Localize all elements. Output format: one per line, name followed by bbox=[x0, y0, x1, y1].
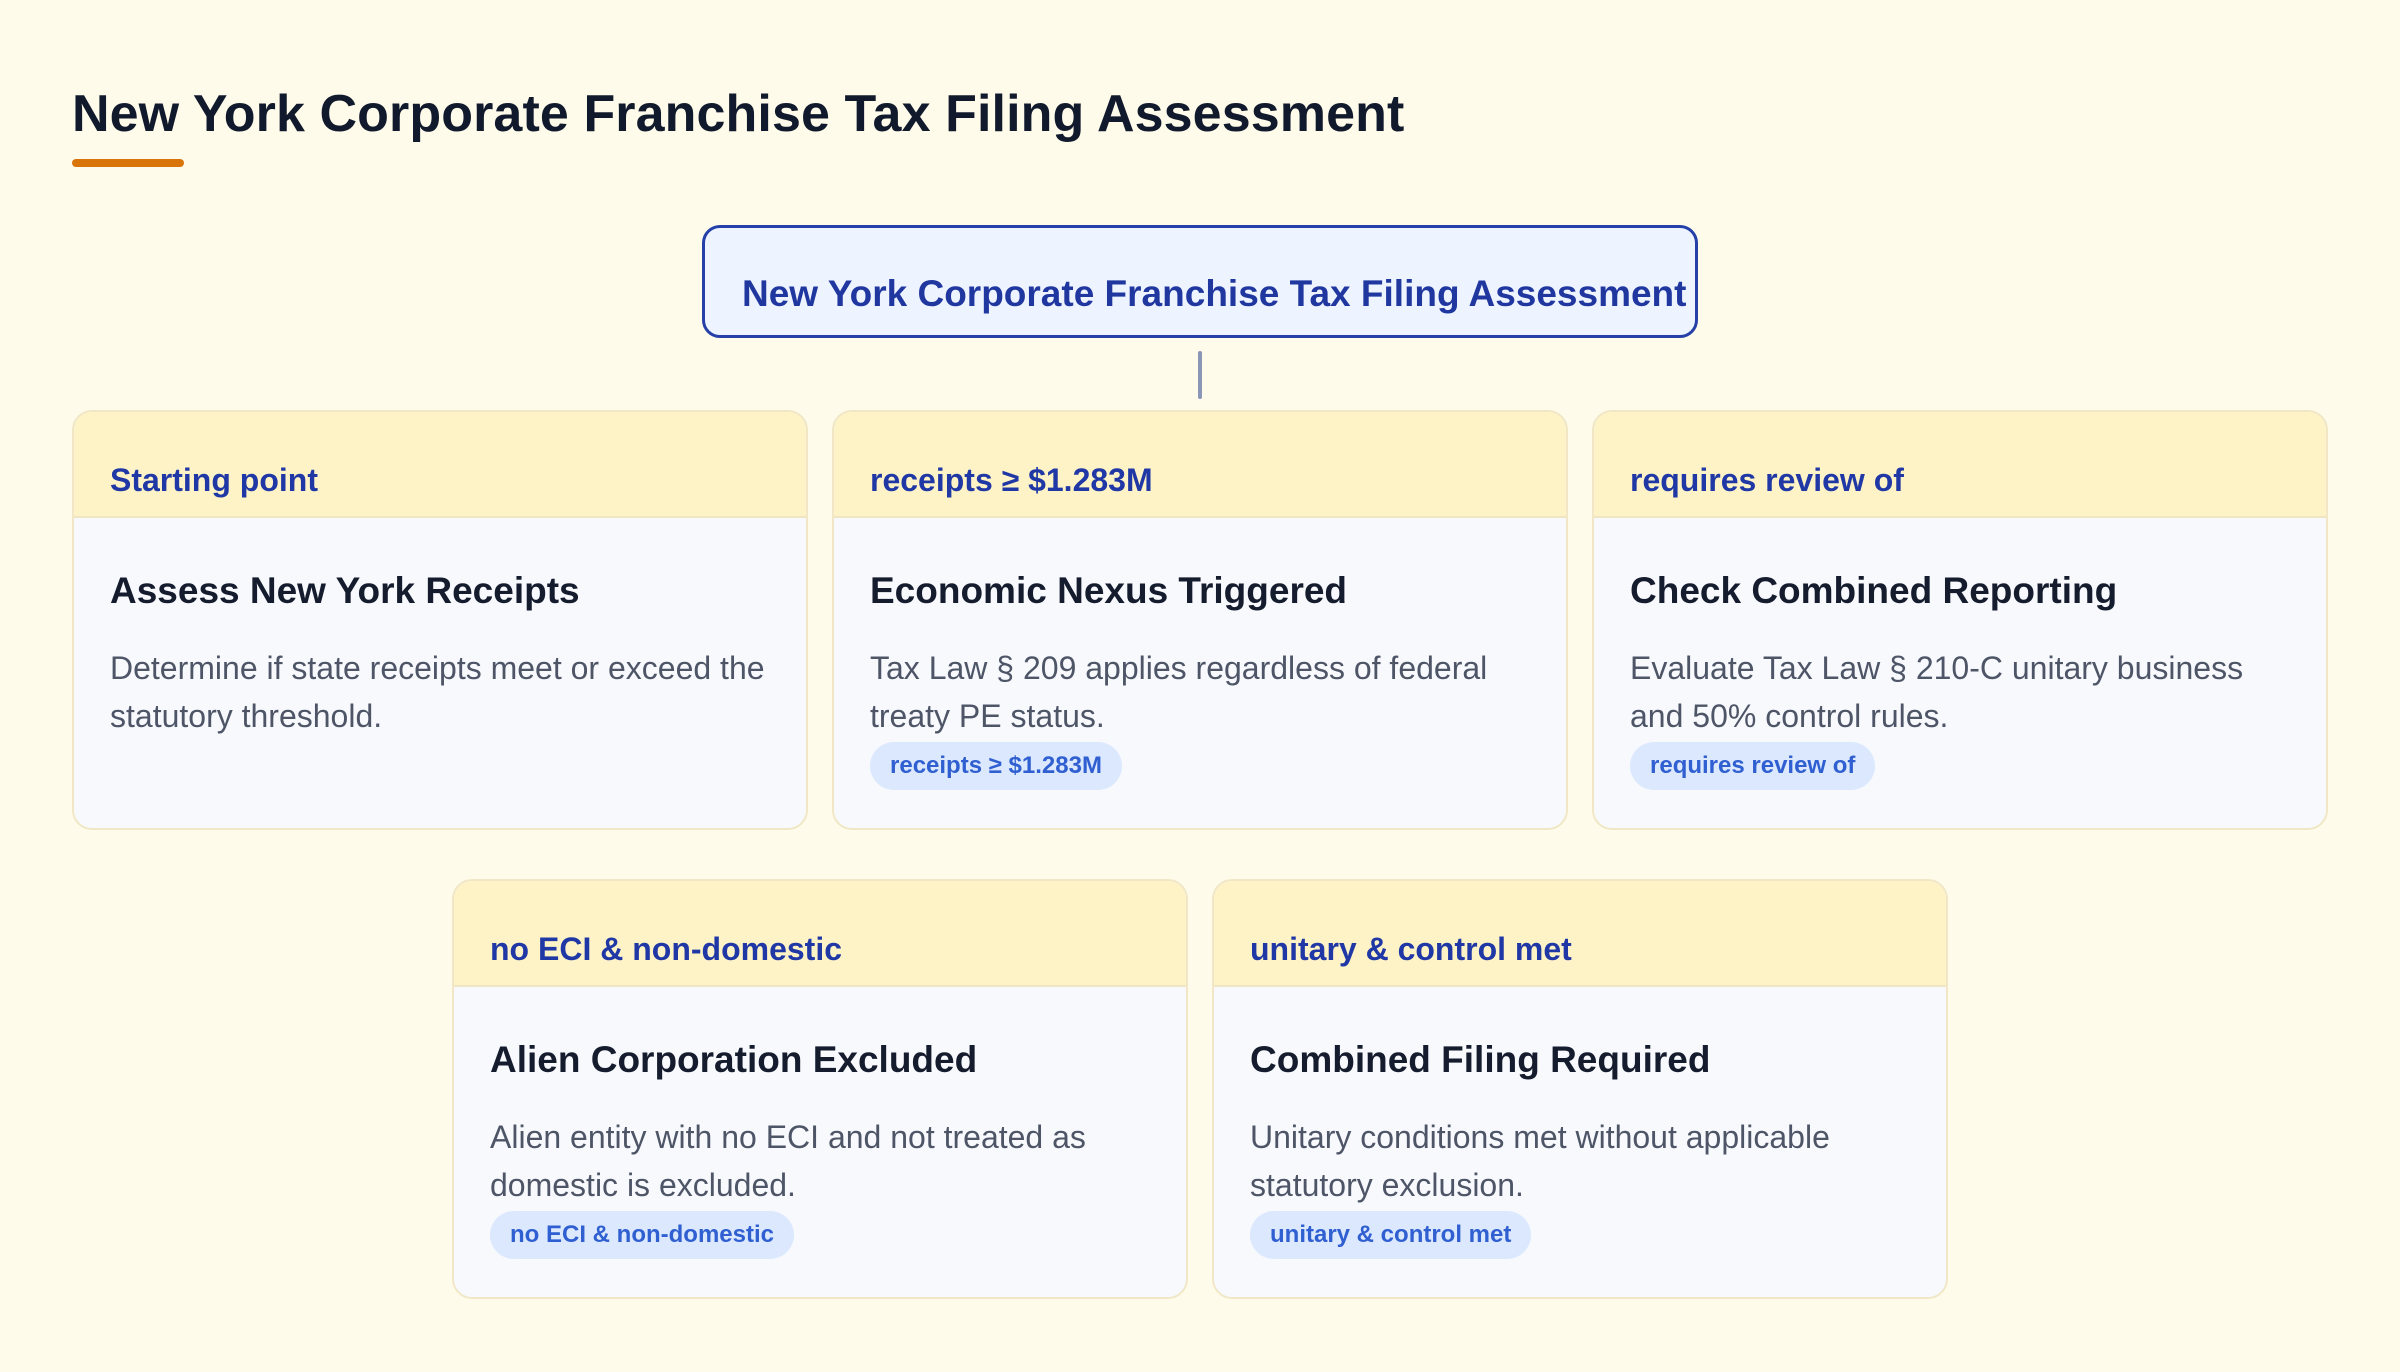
card-title: Alien Corporation Excluded bbox=[490, 1039, 978, 1080]
root-connector-line bbox=[1198, 351, 1202, 399]
condition-badge: unitary & control met bbox=[1250, 1211, 1532, 1259]
card-title: Assess New York Receipts bbox=[110, 570, 580, 611]
card-header: Starting point bbox=[74, 412, 806, 518]
flow-node-alien-excluded: no ECI & non-domestic Alien Corporation … bbox=[452, 879, 1188, 1299]
card-body: Alien Corporation Excluded Alien entity … bbox=[454, 987, 1186, 1259]
card-header-label: unitary & control met bbox=[1250, 931, 1572, 967]
flow-node-assess-receipts: Starting point Assess New York Receipts … bbox=[72, 410, 808, 830]
card-header-label: receipts ≥ $1.283M bbox=[870, 462, 1153, 498]
page-title: New York Corporate Franchise Tax Filing … bbox=[72, 85, 1405, 143]
card-description: Tax Law § 209 applies regardless of fede… bbox=[870, 650, 1488, 734]
card-title: Combined Filing Required bbox=[1250, 1039, 1711, 1080]
card-body: Economic Nexus Triggered Tax Law § 209 a… bbox=[834, 518, 1566, 790]
condition-badge: no ECI & non-domestic bbox=[490, 1211, 794, 1259]
card-description: Determine if state receipts meet or exce… bbox=[110, 650, 765, 734]
card-description: Alien entity with no ECI and not treated… bbox=[490, 1119, 1086, 1203]
root-node-label: New York Corporate Franchise Tax Filing … bbox=[742, 273, 1687, 314]
title-underline bbox=[72, 159, 184, 167]
card-header: receipts ≥ $1.283M bbox=[834, 412, 1566, 518]
card-body: Check Combined Reporting Evaluate Tax La… bbox=[1594, 518, 2326, 790]
card-body: Assess New York Receipts Determine if st… bbox=[74, 518, 806, 740]
card-description: Unitary conditions met without applicabl… bbox=[1250, 1119, 1830, 1203]
flow-node-combined-reporting: requires review of Check Combined Report… bbox=[1592, 410, 2328, 830]
card-title: Economic Nexus Triggered bbox=[870, 570, 1348, 611]
condition-badge: requires review of bbox=[1630, 742, 1876, 790]
card-header: unitary & control met bbox=[1214, 881, 1946, 987]
card-description: Evaluate Tax Law § 210-C unitary busines… bbox=[1630, 650, 2244, 734]
flow-node-economic-nexus: receipts ≥ $1.283M Economic Nexus Trigge… bbox=[832, 410, 1568, 830]
card-header-label: requires review of bbox=[1630, 462, 1904, 498]
card-header: no ECI & non-domestic bbox=[454, 881, 1186, 987]
card-header: requires review of bbox=[1594, 412, 2326, 518]
card-header-label: no ECI & non-domestic bbox=[490, 931, 842, 967]
card-header-label: Starting point bbox=[110, 462, 318, 498]
flow-node-combined-filing: unitary & control met Combined Filing Re… bbox=[1212, 879, 1948, 1299]
condition-badge: receipts ≥ $1.283M bbox=[870, 742, 1122, 790]
root-node: New York Corporate Franchise Tax Filing … bbox=[702, 225, 1698, 338]
card-title: Check Combined Reporting bbox=[1630, 570, 2118, 611]
card-body: Combined Filing Required Unitary conditi… bbox=[1214, 987, 1946, 1259]
